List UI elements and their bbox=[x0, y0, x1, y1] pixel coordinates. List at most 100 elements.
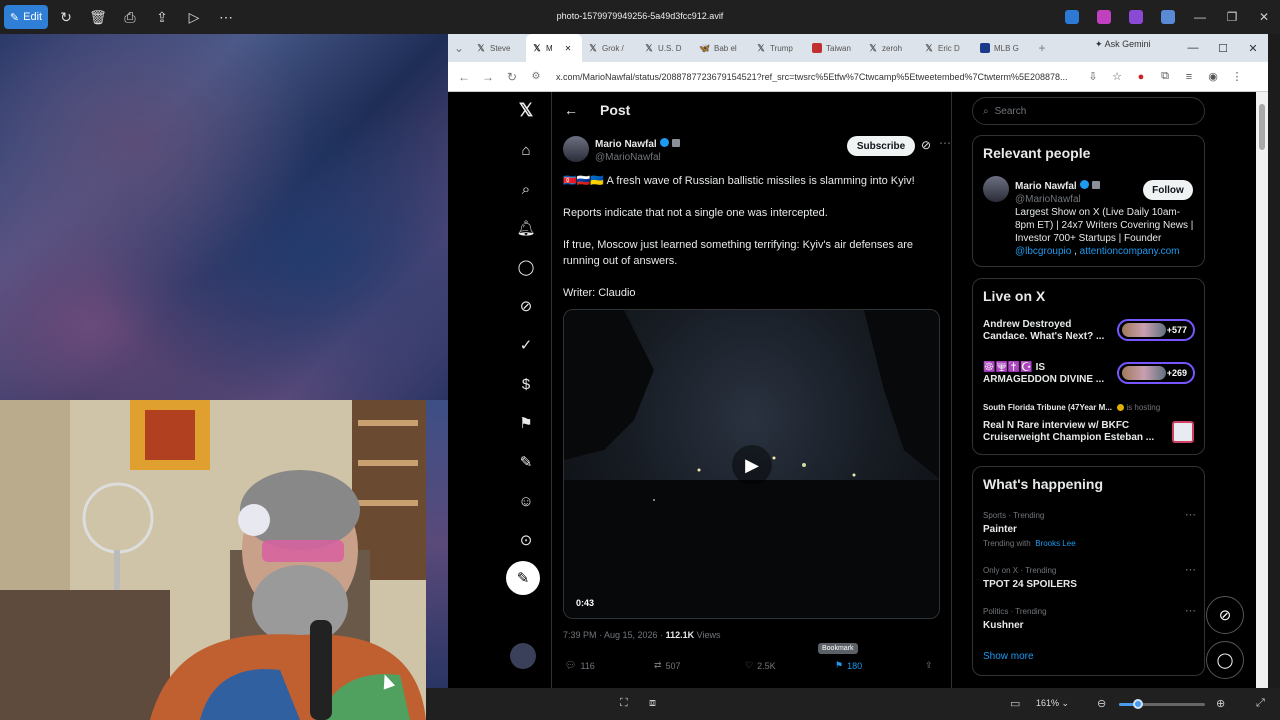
back-icon[interactable]: ← bbox=[452, 70, 476, 84]
browser-minimize-icon[interactable]: — bbox=[1178, 34, 1208, 62]
post-more-icon[interactable]: ⋯ bbox=[939, 136, 951, 150]
post-timestamp[interactable]: 7:39 PM · Aug 15, 2026 · bbox=[563, 630, 663, 640]
sidebar-icon[interactable]: ≡ bbox=[1177, 71, 1201, 83]
browser-maximize-icon[interactable]: ☐ bbox=[1208, 34, 1238, 62]
zoom-slider-knob[interactable] bbox=[1132, 699, 1143, 709]
trend-name[interactable]: Kushner bbox=[983, 620, 1024, 631]
person-name[interactable]: Mario Nawfal bbox=[1015, 181, 1077, 192]
trend-link[interactable]: Brooks Lee bbox=[1035, 539, 1075, 548]
video-player[interactable]: ▶ 0:43 bbox=[563, 309, 940, 619]
play-icon[interactable]: ▶ bbox=[732, 445, 772, 485]
browser-tab-active[interactable]: 𝕏 M ✕ bbox=[526, 34, 582, 62]
bookmarks-icon[interactable]: ⚑ bbox=[514, 411, 538, 435]
profile-icon[interactable]: ☺ bbox=[514, 489, 538, 513]
subscribe-button[interactable]: Subscribe bbox=[847, 136, 915, 156]
browser-tab[interactable]: 𝕏 Eric D bbox=[918, 34, 974, 62]
trend-name[interactable]: Painter bbox=[983, 524, 1017, 535]
share-button[interactable]: ⇪ bbox=[925, 660, 933, 671]
show-more-link[interactable]: Show more bbox=[983, 651, 1034, 662]
more-icon[interactable]: ⋯ bbox=[212, 5, 240, 29]
browser-tab[interactable]: 𝕏zeroh bbox=[862, 34, 918, 62]
zoom-slider[interactable] bbox=[1119, 699, 1205, 709]
reply-button[interactable]: 💬︎ 116 bbox=[565, 660, 595, 671]
articles-icon[interactable]: ✎ bbox=[514, 450, 538, 474]
zoom-out-icon[interactable]: ⊖ bbox=[1097, 697, 1106, 710]
app-tray-icon[interactable] bbox=[1129, 10, 1143, 24]
trend-more-icon[interactable]: ⋯ bbox=[1185, 604, 1196, 617]
reload-icon[interactable]: ↻ bbox=[500, 70, 524, 84]
share-icon[interactable]: ⇪ bbox=[148, 5, 176, 29]
install-icon[interactable]: ⇩ bbox=[1081, 70, 1105, 83]
minimize-icon[interactable]: — bbox=[1184, 0, 1216, 34]
rotate-icon[interactable]: ↻ bbox=[52, 5, 80, 29]
edit-button[interactable]: ✎ Edit bbox=[4, 5, 48, 29]
delete-icon[interactable]: 🗑 bbox=[84, 5, 112, 29]
new-tab-icon[interactable]: + bbox=[1030, 41, 1054, 55]
compose-post-icon[interactable]: ✎ bbox=[506, 561, 540, 595]
author-avatar[interactable] bbox=[563, 136, 589, 162]
adblock-icon[interactable]: ● bbox=[1129, 71, 1153, 83]
live-space-title[interactable]: Andrew Destroyed Candace. What's Next? .… bbox=[983, 319, 1111, 343]
ask-gemini-button[interactable]: ✦ Ask Gemini bbox=[1095, 39, 1151, 50]
trend-name[interactable]: TPOT 24 SPOILERS bbox=[983, 579, 1077, 590]
follow-button[interactable]: Follow bbox=[1143, 180, 1193, 200]
search-icon[interactable]: ⌕ bbox=[514, 177, 538, 201]
repost-button[interactable]: ⇄ 507 bbox=[654, 660, 681, 671]
live-host-name[interactable]: South Florida Tribune (47Year M... bbox=[983, 403, 1112, 412]
zoom-level[interactable]: 161% ⌄ bbox=[1036, 698, 1069, 709]
page-scrollbar[interactable] bbox=[1256, 92, 1268, 688]
fit-icon[interactable]: ⛶ bbox=[620, 697, 628, 710]
browser-tab[interactable]: MLB G bbox=[974, 34, 1030, 62]
home-icon[interactable]: ⌂ bbox=[514, 138, 538, 162]
live-space-title[interactable]: ☸️🕎✝️☪️ IS ARMAGEDDON DIVINE ... bbox=[983, 362, 1111, 386]
print-icon[interactable]: ⎙ bbox=[116, 5, 144, 29]
live-listeners-pill[interactable]: +577 bbox=[1117, 319, 1195, 341]
messages-icon[interactable]: ◯ bbox=[514, 255, 538, 279]
grok-icon[interactable]: ⊘ bbox=[514, 294, 538, 318]
author-name[interactable]: Mario Nawfal bbox=[595, 139, 657, 150]
bio-link[interactable]: @lbcgroupio bbox=[1015, 246, 1071, 257]
back-arrow-icon[interactable]: ← bbox=[564, 102, 578, 118]
browser-close-icon[interactable]: ✕ bbox=[1238, 34, 1268, 62]
live-listeners-pill[interactable]: +269 bbox=[1117, 362, 1195, 384]
grok-fab-icon[interactable]: ⊘ bbox=[1206, 596, 1244, 634]
browser-tab[interactable]: 𝕏 Steve bbox=[470, 34, 526, 62]
browser-tab[interactable]: 𝕏 U.S. D bbox=[638, 34, 694, 62]
live-thumbnail[interactable] bbox=[1172, 421, 1194, 443]
tab-close-icon[interactable]: ✕ bbox=[565, 44, 572, 53]
trend-more-icon[interactable]: ⋯ bbox=[1185, 563, 1196, 576]
like-button[interactable]: ♡ 2.5K bbox=[745, 660, 776, 671]
person-avatar[interactable] bbox=[983, 176, 1009, 202]
account-avatar[interactable] bbox=[510, 643, 536, 669]
trend-more-icon[interactable]: ⋯ bbox=[1185, 508, 1196, 521]
search-input[interactable]: ⌕ Search bbox=[972, 97, 1205, 125]
x-logo-icon[interactable]: 𝕏 bbox=[514, 98, 538, 122]
verified-orgs-icon[interactable]: ✓ bbox=[514, 333, 538, 357]
browser-tab[interactable]: Taiwan bbox=[806, 34, 862, 62]
person-handle[interactable]: @MarioNawfal bbox=[1015, 194, 1100, 205]
monetization-icon[interactable]: $ bbox=[514, 372, 538, 396]
app-tray-icon[interactable] bbox=[1065, 10, 1079, 24]
browser-tab[interactable]: 𝕏 Grok / bbox=[582, 34, 638, 62]
live-space-title[interactable]: Real N Rare interview w/ BKFC Cruiserwei… bbox=[983, 420, 1158, 444]
notifications-icon[interactable]: 🔔︎ bbox=[514, 216, 538, 240]
grok-explain-icon[interactable]: ⊘ bbox=[921, 138, 931, 152]
maximize-icon[interactable]: ❐ bbox=[1216, 0, 1248, 34]
scrollbar-thumb[interactable] bbox=[1259, 104, 1265, 150]
extensions-icon[interactable]: ⧉ bbox=[1153, 70, 1177, 83]
app-tray-icon[interactable] bbox=[1161, 10, 1175, 24]
site-info-icon[interactable]: ⚙ bbox=[524, 71, 548, 82]
messages-fab-icon[interactable]: ◯ bbox=[1206, 641, 1244, 679]
more-circle-icon[interactable]: ⊙ bbox=[514, 528, 538, 552]
url-field[interactable]: x.com/MarioNawfal/status/208878772367915… bbox=[556, 72, 1081, 82]
tab-list-chevron-icon[interactable]: ⌄ bbox=[448, 41, 470, 55]
close-icon[interactable]: ✕ bbox=[1248, 0, 1280, 34]
fullscreen-icon[interactable]: ⤢ bbox=[1256, 697, 1265, 710]
slideshow-icon[interactable]: ▷ bbox=[180, 5, 208, 29]
app-tray-icon[interactable] bbox=[1097, 10, 1111, 24]
forward-icon[interactable]: → bbox=[476, 70, 500, 84]
bookmark-star-icon[interactable]: ☆ bbox=[1105, 70, 1129, 83]
author-handle[interactable]: @MarioNawfal bbox=[595, 152, 680, 163]
bio-link[interactable]: attentioncompany.com bbox=[1080, 246, 1180, 257]
profile-icon[interactable]: ◉ bbox=[1201, 70, 1225, 83]
